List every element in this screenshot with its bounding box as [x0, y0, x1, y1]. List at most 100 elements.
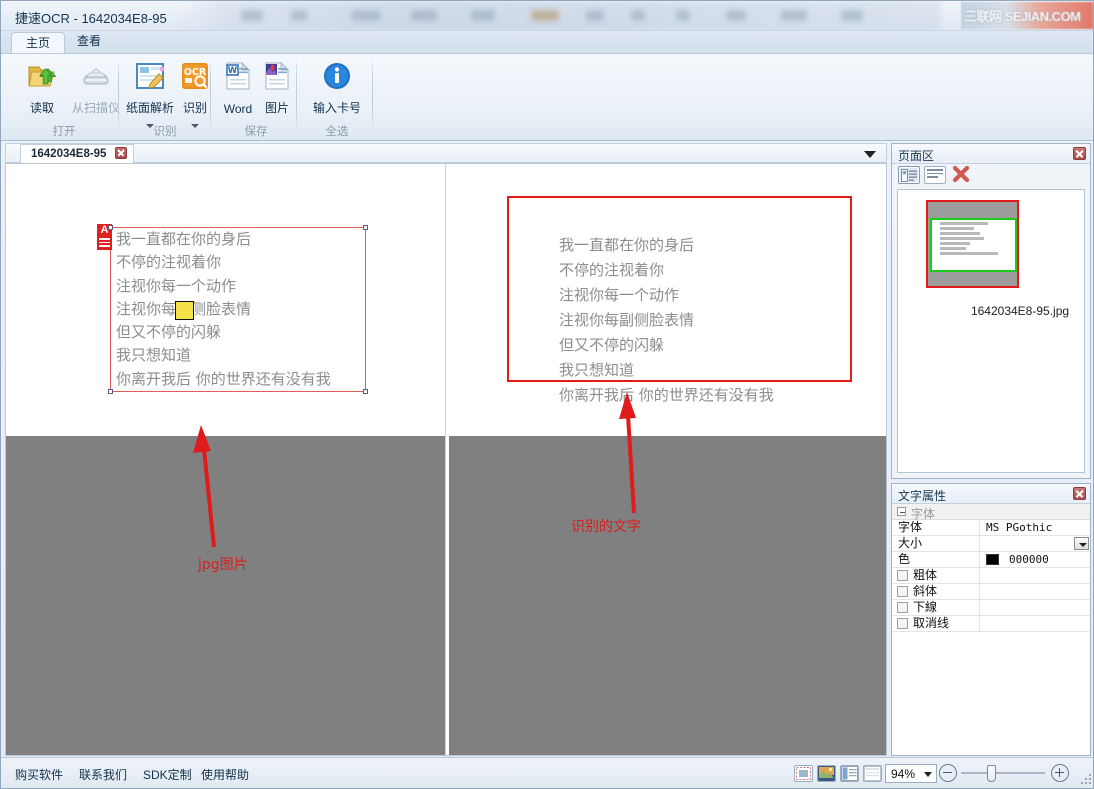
help-link[interactable]: 使用帮助	[201, 766, 249, 783]
enter-card-number-button[interactable]: 输入卡号	[303, 58, 371, 120]
recognized-line: 你离开我后 你的世界还有没有我	[559, 386, 774, 404]
property-value: 000000	[1009, 553, 1049, 566]
recognized-annotation-label: 识别的文字	[571, 519, 641, 535]
collapse-icon[interactable]	[897, 507, 906, 516]
resize-handle-ne[interactable]	[363, 225, 368, 230]
recognized-text-lines: 我一直都在你的身后 不停的注视着你 注视你每一个动作 注视你每副侧脸表情 但又不…	[559, 233, 774, 408]
property-value: MS PGothic	[986, 521, 1053, 534]
list-icon	[927, 169, 943, 181]
property-key: 下線	[892, 600, 980, 615]
split-view-button[interactable]	[840, 765, 859, 782]
page-thumbnail-label: 1642034E8-95.jpg	[970, 304, 1070, 318]
chevron-down-icon[interactable]	[864, 151, 876, 158]
property-row-strikethrough[interactable]: 取消线	[892, 616, 1090, 632]
pages-thumbnail-list[interactable]: 1642034E8-95.jpg	[897, 189, 1085, 473]
resize-grip[interactable]	[1081, 774, 1092, 785]
page-thumbnail-item[interactable]: 1642034E8-95.jpg	[926, 200, 1069, 318]
resize-handle-nw[interactable]	[108, 225, 113, 230]
source-line: 注视你每一个动作	[116, 276, 237, 295]
property-key: 斜体	[892, 584, 980, 599]
property-key: 取消线	[892, 616, 980, 631]
page-analysis-icon	[134, 60, 166, 92]
property-row-font[interactable]: 字体 MS PGothic	[892, 520, 1090, 536]
source-text-region[interactable]: A 我一直都在你的身后 不停的注视着你 注视你每一个动作 注视你每副侧脸表情 但…	[97, 224, 368, 394]
selected-character-highlight[interactable]	[175, 301, 194, 320]
zoom-out-icon[interactable]	[939, 764, 957, 782]
zoom-level-select[interactable]: 94%	[885, 764, 937, 783]
recognized-line: 我一直都在你的身后	[559, 236, 695, 254]
resize-handle-se[interactable]	[363, 389, 368, 394]
property-key: 色	[892, 552, 980, 567]
save-image-button[interactable]: 图片	[259, 58, 295, 120]
source-line: 我只想知道	[116, 346, 192, 365]
property-row-size[interactable]: 大小	[892, 536, 1090, 552]
close-icon[interactable]	[1073, 487, 1086, 500]
jpg-annotation-arrow	[193, 425, 216, 548]
source-line: 你离开我后 你的世界还有没有我	[116, 369, 331, 388]
thumbnail-grid-icon	[901, 169, 917, 182]
contact-us-link[interactable]: 联系我们	[79, 766, 127, 783]
source-line: 不停的注视着你	[116, 253, 222, 272]
right-dock: 页面区 1642034E8-95.jpg 文字属性 字体 字体 MS PGoth…	[891, 143, 1091, 756]
watermark-overlay: 三联网 SEJIAN.COM	[961, 2, 1093, 29]
chevron-down-icon[interactable]	[924, 772, 932, 777]
list-view-button[interactable]	[924, 166, 946, 184]
recognize-button[interactable]: OCR 识别	[177, 58, 213, 128]
ribbon-group-select-all: 输入卡号 全选	[301, 54, 373, 142]
property-row-bold[interactable]: 粗体	[892, 568, 1090, 584]
text-properties-panel: 文字属性 字体 字体 MS PGothic 大小 色 000000 粗体 斜体 …	[891, 483, 1091, 756]
recognized-line: 但又不停的闪躲	[559, 336, 665, 354]
zoom-slider-track[interactable]	[961, 772, 1045, 774]
color-swatch[interactable]	[986, 554, 999, 565]
tab-view-label: 查看	[77, 34, 102, 48]
property-row-italic[interactable]: 斜体	[892, 584, 1090, 600]
ribbon-tab-strip: 主页 查看	[1, 31, 1093, 54]
properties-group-header[interactable]: 字体	[892, 504, 1090, 521]
recognize-button-label: 识别	[182, 101, 207, 115]
image-view-button[interactable]	[817, 765, 836, 782]
blurred-toolbar-region	[181, 1, 941, 31]
recognized-annotation-arrow	[619, 392, 636, 514]
ribbon-group-save-label: 保存	[244, 126, 268, 138]
buy-software-link[interactable]: 购买软件	[15, 766, 63, 783]
svg-text:W: W	[228, 66, 238, 76]
ribbon-toolbar: 读取 从扫描仪 打开 纸面解析 OCR 识别 识别 W Word 图片 保存 输…	[1, 53, 1093, 142]
recognized-text-pane[interactable]: 我一直都在你的身后 不停的注视着你 注视你每一个动作 注视你每副侧脸表情 但又不…	[449, 164, 886, 755]
recognized-line: 注视你每副侧脸表情	[559, 311, 695, 329]
zoom-in-icon[interactable]	[1051, 764, 1069, 782]
save-word-button[interactable]: W Word	[217, 58, 259, 120]
tab-view[interactable]: 查看	[63, 31, 115, 53]
close-icon[interactable]	[114, 147, 127, 159]
ribbon-group-recognize: 纸面解析 OCR 识别 识别	[119, 54, 211, 142]
page-thumbnail[interactable]	[926, 200, 1019, 288]
ocr-icon: OCR	[179, 60, 211, 92]
pages-panel-toolbar	[892, 164, 1090, 188]
pages-panel: 页面区 1642034E8-95.jpg	[891, 143, 1091, 479]
result-page-canvas[interactable]: 我一直都在你的身后 不停的注视着你 注视你每一个动作 注视你每副侧脸表情 但又不…	[449, 164, 886, 436]
source-page-canvas[interactable]: A 我一直都在你的身后 不停的注视着你 注视你每一个动作 注视你每副侧脸表情 但…	[6, 164, 445, 436]
document-tab[interactable]: 1642034E8-95	[20, 144, 134, 164]
application-window: 捷速OCR - 1642034E8-95 三联网 SEJIAN.COM 主页 查…	[0, 0, 1094, 789]
zoom-slider-thumb[interactable]	[987, 765, 996, 782]
tab-home-label: 主页	[26, 36, 51, 50]
close-icon[interactable]	[1073, 147, 1086, 160]
sdk-customization-link[interactable]: SDK定制	[143, 766, 192, 783]
property-value	[981, 616, 1090, 631]
source-image-pane[interactable]: A 我一直都在你的身后 不停的注视着你 注视你每一个动作 注视你每副侧脸表情 但…	[6, 164, 446, 755]
info-icon	[321, 60, 353, 92]
property-row-color[interactable]: 色 000000	[892, 552, 1090, 568]
text-view-button[interactable]	[863, 765, 882, 782]
read-button[interactable]: 读取	[15, 58, 69, 120]
page-analysis-button[interactable]: 纸面解析	[121, 58, 179, 128]
source-line: 注视你每副侧脸表情	[111, 298, 365, 321]
delete-page-button[interactable]	[952, 165, 970, 185]
jpg-annotation-label: jpg图片	[198, 557, 248, 573]
chevron-down-icon[interactable]	[1074, 537, 1089, 550]
source-line: 但又不停的闪躲	[116, 323, 222, 342]
page-view-button[interactable]	[794, 765, 813, 782]
property-row-underline[interactable]: 下線	[892, 600, 1090, 616]
recognized-text-region[interactable]: 我一直都在你的身后 不停的注视着你 注视你每一个动作 注视你每副侧脸表情 但又不…	[507, 196, 852, 404]
resize-handle-sw[interactable]	[108, 389, 113, 394]
thumbnail-view-button[interactable]	[898, 166, 920, 184]
tab-home[interactable]: 主页	[11, 32, 66, 54]
